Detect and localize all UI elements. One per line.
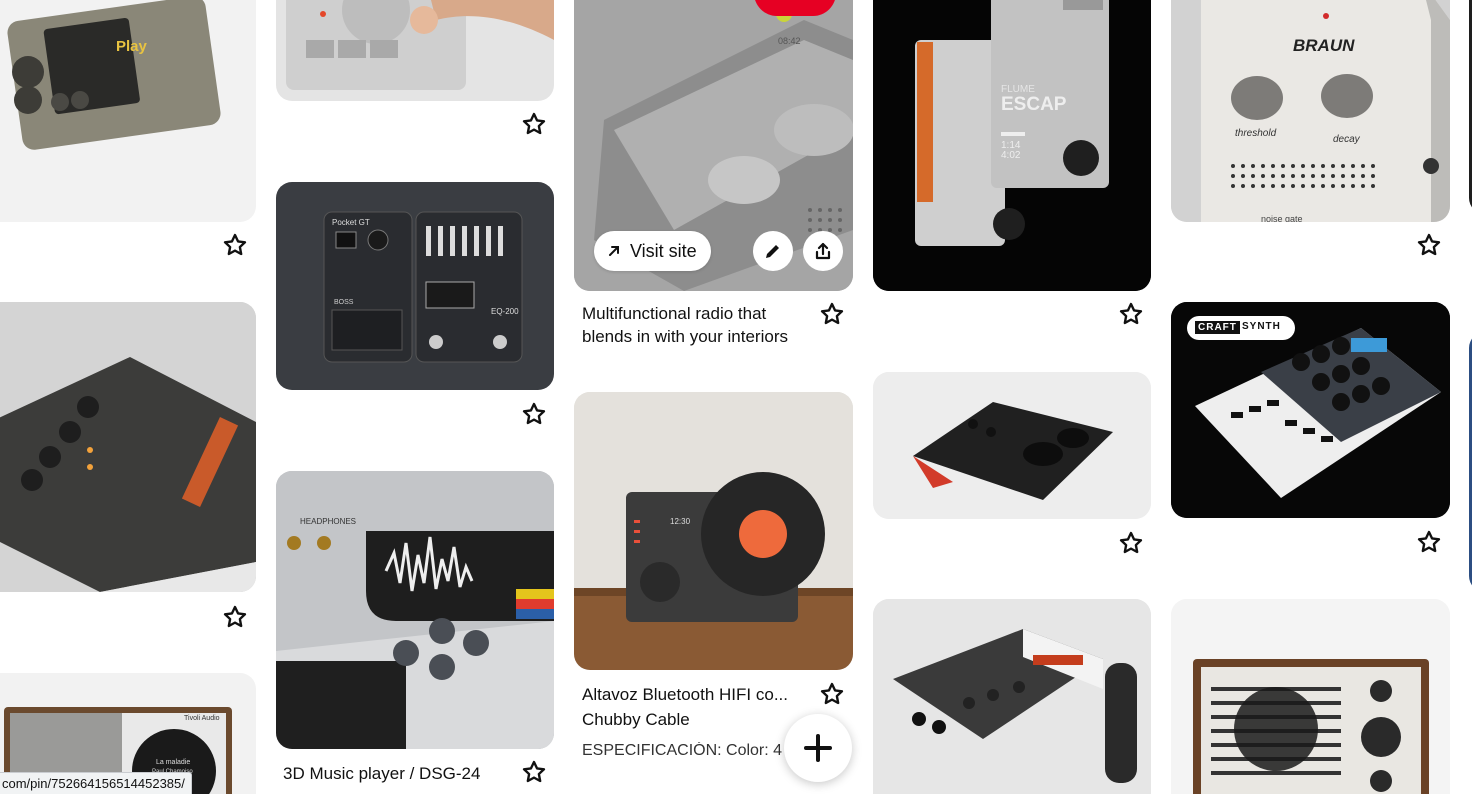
eq-label: EQ-200 [491, 307, 519, 316]
pin-image-wood-radio[interactable] [1171, 599, 1450, 794]
pin-image-handheld-console[interactable]: Play [0, 0, 256, 222]
save-star-icon[interactable] [222, 232, 248, 258]
status-url: com/pin/752664156514452385/ [0, 772, 192, 794]
create-button[interactable] [784, 714, 852, 782]
visit-site-button[interactable]: Visit site [594, 231, 711, 271]
save-star-icon[interactable] [222, 604, 248, 630]
pocket-gt-label: Pocket GT [332, 218, 370, 227]
track-title: La maladie [156, 759, 191, 766]
save-star-icon[interactable] [1118, 301, 1144, 327]
save-star-icon[interactable] [521, 401, 547, 427]
pin-image-grey-sampler[interactable] [276, 0, 554, 101]
clock-readout: 12:30 [670, 517, 691, 526]
share-button[interactable] [803, 231, 843, 271]
braun-logo: BRAUN [1293, 36, 1355, 55]
pin-title[interactable]: Multifunctional radio that blends in wit… [582, 302, 814, 348]
pencil-icon [766, 245, 779, 258]
pin-image-craft-synth[interactable]: CRAFT SYNTH [1171, 302, 1450, 518]
pin-image-boss-pedals[interactable]: Pocket GT BOSS EQ-200 [276, 182, 554, 390]
tivoli-label: Tivoli Audio [184, 715, 220, 722]
save-star-icon[interactable] [819, 681, 845, 707]
noise-gate-label: noise gate [1261, 214, 1303, 222]
pin-image-black-mixer[interactable] [873, 372, 1151, 519]
pin-image-music-player[interactable]: HEADPHONES [276, 471, 554, 749]
arrow-up-right-icon [609, 246, 619, 256]
pin-description: ESPECIFICACIÓN: Color: 4 [582, 742, 782, 759]
save-star-icon[interactable] [1118, 530, 1144, 556]
pin-image-dark-device[interactable] [0, 302, 256, 592]
save-star-icon[interactable] [521, 111, 547, 137]
pin-image-white-amp[interactable] [873, 599, 1151, 794]
save-star-icon[interactable] [819, 301, 845, 327]
pin-title-line1[interactable]: Altavoz Bluetooth HIFI co... [582, 683, 806, 706]
save-star-icon[interactable] [1416, 232, 1442, 258]
pin-title[interactable]: 3D Music player / DSG-24 [283, 762, 513, 785]
visit-site-label: Visit site [630, 240, 697, 261]
time-total: 4:02 [1001, 150, 1021, 161]
synth-label: SYNTH [1242, 321, 1281, 332]
share-icon [815, 242, 831, 260]
pin-title-line2[interactable]: Chubby Cable [582, 708, 806, 731]
threshold-label: threshold [1235, 128, 1277, 139]
edit-button[interactable] [753, 231, 793, 271]
escap-label: ESCAP [1001, 94, 1067, 115]
craft-label: CRAFT [1195, 321, 1240, 334]
pin-image-flume-player[interactable]: FLUME ESCAP 1:14 4:02 [873, 0, 1151, 291]
decay-label: decay [1333, 134, 1360, 145]
play-label: Play [116, 38, 147, 55]
headphones-label: HEADPHONES [300, 517, 357, 526]
plus-icon [804, 734, 832, 762]
radio-time: 08:42 [778, 36, 801, 46]
pin-image-record-player[interactable]: 12:30 [574, 392, 853, 670]
save-star-icon[interactable] [1416, 529, 1442, 555]
save-star-icon[interactable] [521, 759, 547, 785]
boss-label: BOSS [334, 299, 354, 306]
pin-image-braun-pedal[interactable]: BRAUN threshold decay noise gate [1171, 0, 1450, 222]
